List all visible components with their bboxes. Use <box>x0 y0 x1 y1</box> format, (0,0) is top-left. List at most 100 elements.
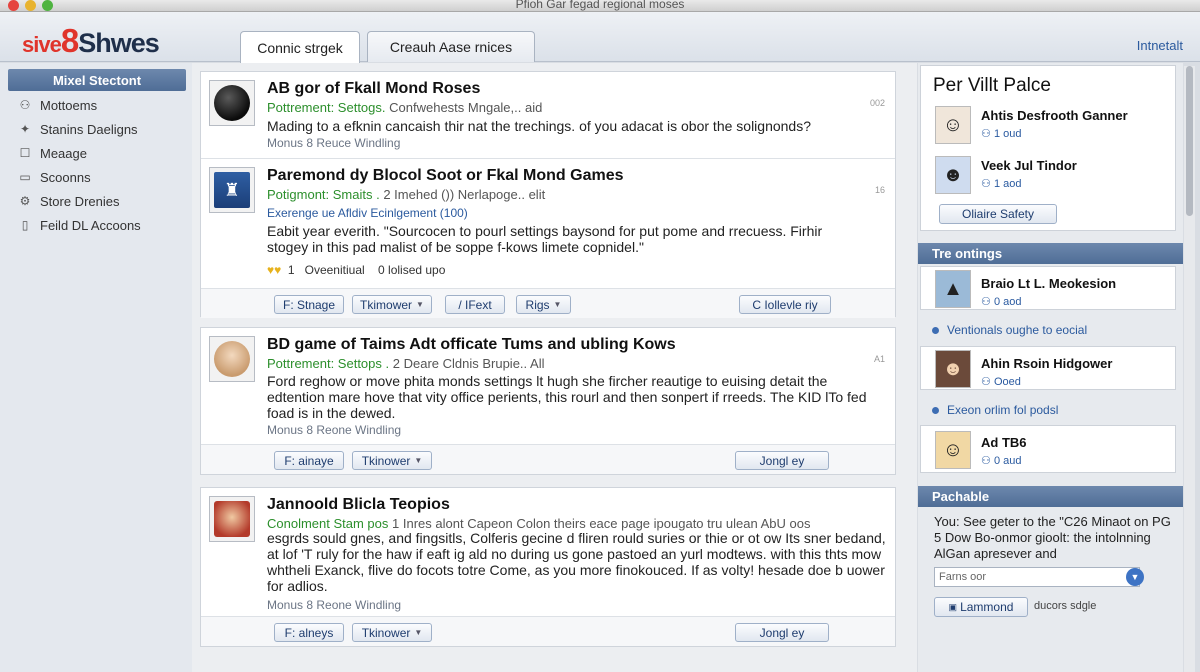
post-footer: Monus 8 Reone Windling <box>267 423 402 437</box>
sidebar-item-label: Stanins Daeligns <box>40 121 138 137</box>
sidebar-header: Mixel Stectont <box>8 69 186 91</box>
jongl-button[interactable]: Jongl ey <box>735 451 829 470</box>
cartoon-icon: ☺ <box>942 438 964 461</box>
jongl-button[interactable]: Jongl ey <box>735 623 829 642</box>
search-input[interactable]: Farns oor <box>934 567 1140 587</box>
dropdown-label: Tkinower <box>361 453 411 468</box>
chevron-down-icon: ▼ <box>416 300 424 309</box>
post-title[interactable]: Paremond dy Blocol Soot or Fkal Mond Gam… <box>267 167 624 185</box>
post-meta-detail: 2 Deare Cldnis Brupie.. All <box>392 356 545 371</box>
avatar[interactable] <box>209 80 255 126</box>
tab-community[interactable]: Connic strgek <box>240 31 360 63</box>
avatar[interactable]: ☺ <box>935 106 971 144</box>
trending-link[interactable]: Exeon orlim fol podsl <box>932 403 1058 417</box>
people-icon: ⚇ <box>981 178 991 190</box>
app-logo[interactable]: sive8Shwes <box>22 22 160 60</box>
pachable-text: You: See geter to the "C26 Minaot on PG … <box>934 514 1171 561</box>
post-title[interactable]: BD game of Taims Adt officate Tums and u… <box>267 336 676 354</box>
sidebar-item-designs[interactable]: ✦ Stanins Daeligns <box>18 119 138 139</box>
avatar[interactable]: ☻ <box>935 156 971 194</box>
post-category[interactable]: Potigmont: Smaits . <box>267 187 380 202</box>
trending-item[interactable]: ▲ Braio Lt L. Meokesion ⚇ 0 aod <box>920 266 1176 310</box>
post-link-line[interactable]: Exerenge ue Afldiv Ecinlgement (100) <box>267 206 468 220</box>
sidebar-item-label: Scoonns <box>40 169 91 185</box>
people-icon: ⚇ <box>981 296 991 308</box>
tkinower-dropdown[interactable]: Tkinower ▼ <box>352 451 432 470</box>
sidebar-item-accounts[interactable]: ▯ Feild DL Accoons <box>18 215 141 235</box>
tab-create-services[interactable]: Creauh Aase rnices <box>367 31 535 62</box>
right-sidebar: Per Villt Palce ☺ Ahtis Desfrooth Ganner… <box>918 63 1183 672</box>
trending-status-text: 0 aud <box>993 455 1022 467</box>
screen-icon: ▭ <box>19 170 31 184</box>
post-category[interactable]: Conolment Stam pos <box>267 516 388 531</box>
sidebar-item-label: Meaage <box>40 145 87 161</box>
game-character-icon: ♜ <box>214 172 250 208</box>
message-icon: ☐ <box>19 146 31 160</box>
share-button[interactable]: F: alneys <box>274 623 344 642</box>
avatar: ☺ <box>935 431 971 469</box>
scrollbar-thumb[interactable] <box>1186 66 1193 216</box>
trending-status: ⚇ 0 aud <box>981 454 1021 467</box>
people-icon: ⚇ <box>981 376 991 388</box>
post-category[interactable]: Pottrement: Settogs. <box>267 100 386 115</box>
post-meta-detail: 1 Inres alont Capeon Colon theirs eace p… <box>392 516 811 531</box>
share-button[interactable]: F: ainaye <box>274 451 344 470</box>
user-portrait-icon <box>214 341 250 377</box>
post-body: Ford reghow or move phita monds settings… <box>267 373 867 421</box>
document-icon: ▯ <box>21 218 29 232</box>
person-icon: ☻ <box>942 163 964 186</box>
avatar[interactable] <box>209 336 255 382</box>
post-item: BD game of Taims Adt officate Tums and u… <box>201 328 895 437</box>
sidebar-item-screens[interactable]: ▭ Scoonns <box>18 167 91 187</box>
logo-part-1: sive <box>22 32 62 57</box>
header-link[interactable]: Intnetalt <box>1137 38 1183 53</box>
trending-name: Ahin Rsoin Hidgower <box>981 356 1113 371</box>
person-name[interactable]: Veek Jul Tindor <box>981 158 1077 173</box>
people-panel-title: Per Villt Palce <box>933 75 1051 96</box>
camera-lens-icon <box>214 85 250 121</box>
trending-item[interactable]: ☻ Ahin Rsoin Hidgower ⚇ Ooed <box>920 346 1176 390</box>
online-safety-button[interactable]: Oliaire Safety <box>939 204 1057 224</box>
post-actions: F: Stnage Tkimower ▼ / IFext Rigs ▼ C Ioll… <box>201 288 895 318</box>
sidebar-item-store[interactable]: ⚙ Store Drenies <box>18 191 120 211</box>
scrollbar[interactable] <box>1184 66 1195 672</box>
post-card: Jannoold Blicla Teopios Conolment Stam p… <box>200 487 896 647</box>
lammond-note: ducors sdgle <box>1034 600 1097 612</box>
post-title[interactable]: AB gor of Fkall Mond Roses <box>267 80 480 98</box>
avatar[interactable]: ♜ <box>209 167 255 213</box>
gear-icon: ⚙ <box>19 194 31 208</box>
post-category[interactable]: Pottrement: Settops . <box>267 356 389 371</box>
share-button[interactable]: F: Stnage <box>274 295 344 314</box>
trending-status: ⚇ Ooed <box>981 375 1021 388</box>
post-card: BD game of Taims Adt officate Tums and u… <box>200 327 896 475</box>
tkinower-dropdown[interactable]: Tkinower ▼ <box>352 623 432 642</box>
text-button[interactable]: / IFext <box>445 295 505 314</box>
sidebar-item-mottoems[interactable]: ⚇ Mottoems <box>18 95 97 115</box>
bullet-icon <box>932 327 939 335</box>
person-icon: ☻ <box>942 357 964 380</box>
post-item: AB gor of Fkall Mond Roses Pottrement: S… <box>201 72 895 158</box>
trending-item[interactable]: ☺ Ad TB6 ⚇ 0 aud <box>920 425 1176 473</box>
post-body: Mading to a efknin cancaish thir nat the… <box>267 118 812 134</box>
lammond-button[interactable]: ▣ Lammond <box>934 597 1028 617</box>
tkimower-dropdown[interactable]: Tkimower ▼ <box>352 295 432 314</box>
main-feed: AB gor of Fkall Mond Roses Pottrement: S… <box>192 63 917 672</box>
follow-button[interactable]: C Iollevle riy <box>739 295 831 314</box>
dropdown-icon[interactable]: ▼ <box>1126 568 1144 586</box>
person-status-text: 1 oud <box>993 128 1022 140</box>
dropdown-label: Tkinower <box>361 625 411 640</box>
bullet-icon <box>932 407 939 415</box>
post-meta: Pottrement: Settops . 2 Deare Cldnis Bru… <box>267 356 545 371</box>
post-title[interactable]: Jannoold Blicla Teopios <box>267 496 450 514</box>
sidebar-item-message[interactable]: ☐ Meaage <box>18 143 87 163</box>
person-status: ⚇ 1 oud <box>981 127 1021 140</box>
stat-detail: 0 lolised upo <box>378 263 446 277</box>
rigs-dropdown[interactable]: Rigs ▼ <box>516 295 571 314</box>
person-status: ⚇ 1 aod <box>981 177 1021 190</box>
person-name[interactable]: Ahtis Desfrooth Ganner <box>981 108 1128 123</box>
avatar[interactable] <box>209 496 255 542</box>
trending-link[interactable]: Ventionals oughe to eocial <box>932 323 1087 337</box>
person-status-text: 1 aod <box>993 178 1022 190</box>
people-icon: ⚇ <box>981 128 991 140</box>
trending-link-label: Ventionals oughe to eocial <box>947 323 1088 337</box>
